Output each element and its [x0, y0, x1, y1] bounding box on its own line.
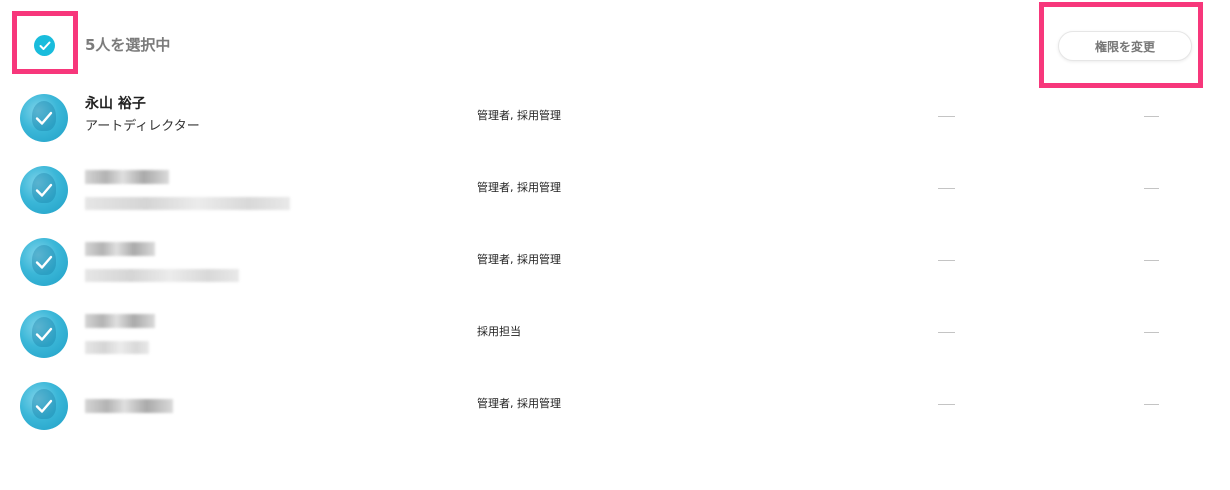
- empty-cell-dash: —: [938, 332, 955, 333]
- blurred-member-title: [85, 341, 149, 354]
- check-icon: [35, 183, 53, 197]
- member-name: 永山 裕子: [85, 96, 146, 112]
- member-title: アートディレクター: [85, 119, 200, 134]
- check-icon: [35, 327, 53, 341]
- member-roles: 採用担当: [477, 325, 521, 338]
- avatar[interactable]: [20, 94, 68, 142]
- blurred-member-title: [85, 197, 290, 210]
- member-row[interactable]: 管理者, 採用管理 — —: [0, 166, 1230, 238]
- check-icon: [39, 41, 50, 50]
- empty-cell-dash: —: [1144, 404, 1159, 405]
- empty-cell-dash: —: [938, 116, 955, 117]
- avatar[interactable]: [20, 238, 68, 286]
- blurred-member-name: [85, 399, 173, 413]
- avatar[interactable]: [20, 166, 68, 214]
- member-roles: 管理者, 採用管理: [477, 109, 561, 122]
- blurred-member-title: [85, 269, 239, 282]
- member-row[interactable]: 管理者, 採用管理 — —: [0, 238, 1230, 310]
- empty-cell-dash: —: [1144, 260, 1159, 261]
- check-icon: [35, 111, 53, 125]
- select-all-checkbox[interactable]: [34, 35, 55, 56]
- check-icon: [35, 255, 53, 269]
- member-roles: 管理者, 採用管理: [477, 253, 561, 266]
- selected-count-label: 5人を選択中: [85, 36, 171, 54]
- member-row[interactable]: 永山 裕子 アートディレクター 管理者, 採用管理 — —: [0, 94, 1230, 166]
- empty-cell-dash: —: [938, 404, 955, 405]
- change-permission-button[interactable]: 権限を変更: [1058, 31, 1192, 61]
- check-icon: [35, 399, 53, 413]
- avatar[interactable]: [20, 382, 68, 430]
- blurred-member-name: [85, 170, 169, 184]
- blurred-member-name: [85, 314, 155, 328]
- member-row[interactable]: 管理者, 採用管理 — —: [0, 382, 1230, 454]
- empty-cell-dash: —: [938, 260, 955, 261]
- blurred-member-name: [85, 242, 155, 256]
- empty-cell-dash: —: [938, 188, 955, 189]
- member-roles: 管理者, 採用管理: [477, 181, 561, 194]
- empty-cell-dash: —: [1144, 188, 1159, 189]
- empty-cell-dash: —: [1144, 116, 1159, 117]
- member-roles: 管理者, 採用管理: [477, 397, 561, 410]
- avatar[interactable]: [20, 310, 68, 358]
- empty-cell-dash: —: [1144, 332, 1159, 333]
- member-row[interactable]: 採用担当 — —: [0, 310, 1230, 382]
